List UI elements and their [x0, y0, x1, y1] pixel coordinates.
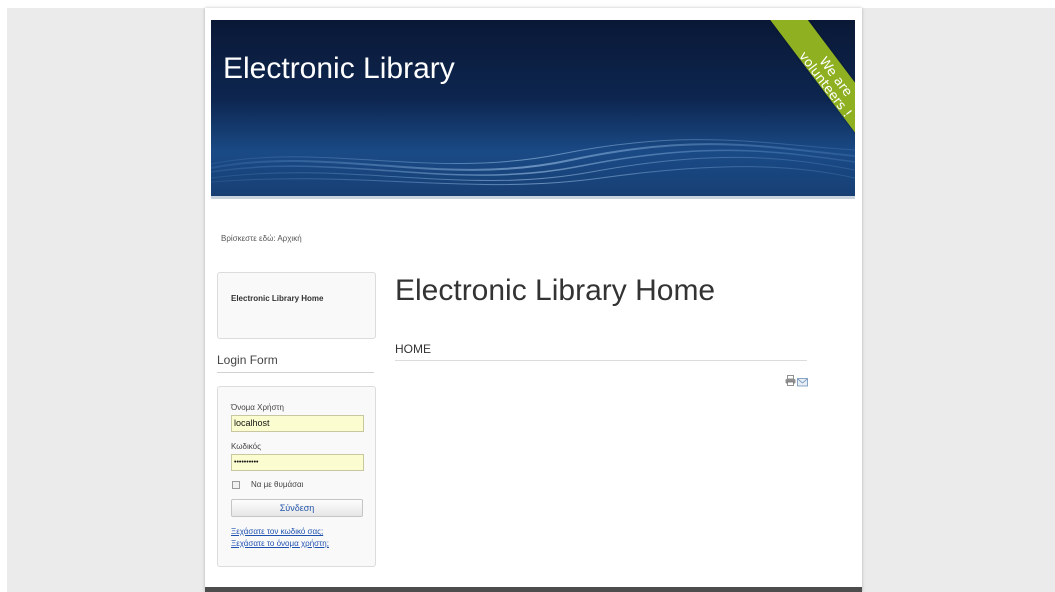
login-form-title: Login Form	[217, 353, 374, 373]
footer-bar	[205, 587, 862, 592]
header-banner: Electronic Library We are volunteers !	[211, 20, 855, 199]
password-field[interactable]: ••••••••••	[231, 454, 364, 471]
menu-item-electronic-library-home[interactable]: Electronic Library Home	[231, 294, 323, 303]
forgot-password-link[interactable]: Ξεχάσατε τον κωδικό σας;	[231, 527, 323, 536]
print-icon[interactable]	[785, 373, 796, 391]
email-icon[interactable]	[797, 374, 808, 392]
main-menu-module: Electronic Library Home	[217, 272, 376, 339]
password-label: Κωδικός	[231, 442, 261, 451]
forgot-username-link[interactable]: Ξεχάσατε το όνομα χρήστη;	[231, 539, 329, 548]
breadcrumb: Βρίσκεστε εδώ: Αρχική	[221, 234, 302, 243]
ribbon-text: We are volunteers !	[794, 39, 855, 123]
remember-me-label: Να με θυμάσαι	[251, 480, 304, 489]
site-title: Electronic Library	[223, 52, 455, 85]
volunteers-ribbon: We are volunteers !	[735, 20, 855, 160]
page-container: Electronic Library We are volunteers ! Β…	[205, 8, 862, 592]
remember-me-checkbox[interactable]	[232, 481, 240, 489]
page-title: Electronic Library Home	[395, 274, 716, 307]
username-label: Όνομα Χρήστη	[231, 403, 284, 412]
login-form: Όνομα Χρήστη localhost Κωδικός •••••••••…	[217, 386, 376, 567]
home-heading: HOME	[395, 342, 807, 361]
login-button[interactable]: Σύνδεση	[231, 499, 363, 517]
username-field[interactable]: localhost	[231, 415, 364, 432]
